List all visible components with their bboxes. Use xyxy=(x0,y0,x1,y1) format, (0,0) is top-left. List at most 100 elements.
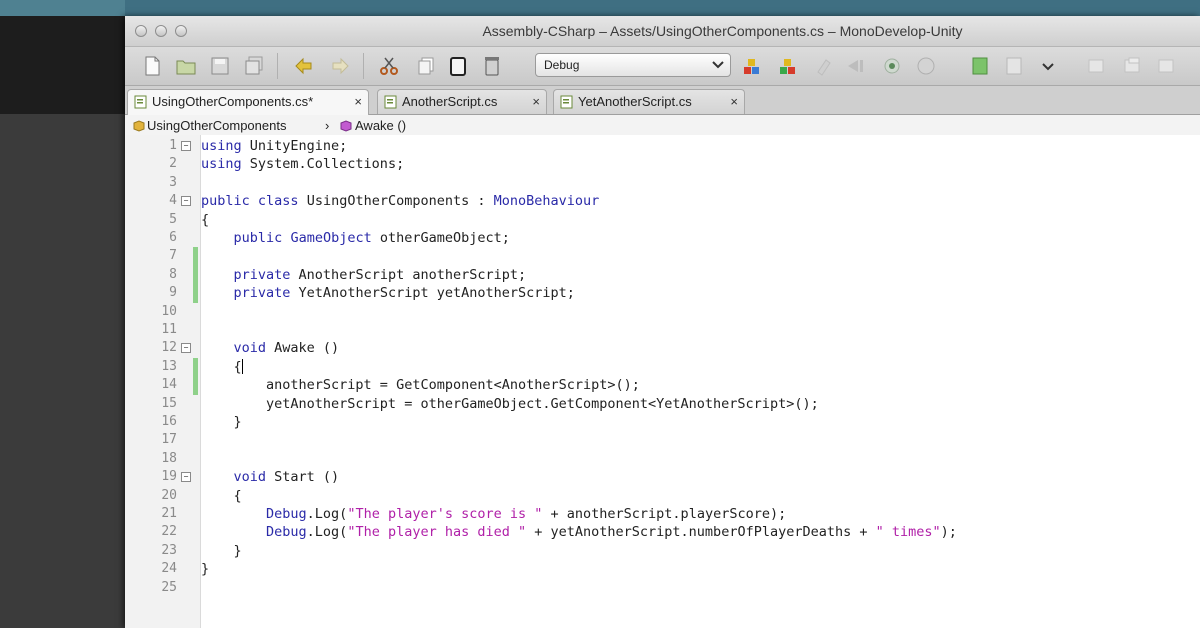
build-icon[interactable] xyxy=(741,55,763,77)
code-line[interactable]: 15 yetAnotherScript = otherGameObject.Ge… xyxy=(125,395,1200,413)
code-token: + anotherScript.playerScore); xyxy=(542,506,787,522)
change-marker xyxy=(193,265,198,285)
run-icon[interactable] xyxy=(777,55,799,77)
code-text: Debug.Log("The player's score is " + ano… xyxy=(201,505,786,523)
code-line[interactable]: 7 xyxy=(125,247,1200,266)
code-line[interactable]: 8 private AnotherScript anotherScript; xyxy=(125,265,1200,285)
tab-usingothercomponents[interactable]: UsingOtherComponents.cs* × xyxy=(127,89,369,115)
tab-anotherscript[interactable]: AnotherScript.cs × xyxy=(377,89,547,114)
code-line[interactable]: 18 xyxy=(125,450,1200,468)
layout-icon[interactable] xyxy=(1003,55,1025,77)
string-token: " times" xyxy=(875,524,941,541)
undo-icon[interactable] xyxy=(293,55,315,77)
code-line[interactable]: 5{ xyxy=(125,211,1200,229)
code-line[interactable]: 20 { xyxy=(125,487,1200,505)
keyword-token: using xyxy=(201,156,242,173)
background-app-area xyxy=(0,16,125,114)
background-app-panel xyxy=(0,114,125,628)
breadcrumb-class[interactable]: UsingOtherComponents xyxy=(147,115,286,137)
fold-toggle-icon[interactable]: − xyxy=(181,343,191,354)
close-tab-icon[interactable]: × xyxy=(730,90,738,114)
attach-icon[interactable] xyxy=(813,55,835,77)
line-number: 18 xyxy=(161,450,177,466)
breadcrumb-method[interactable]: Awake () xyxy=(355,115,406,137)
code-line[interactable]: 11 xyxy=(125,321,1200,339)
code-line[interactable]: 6 public GameObject otherGameObject; xyxy=(125,229,1200,247)
code-line[interactable]: 4− public class UsingOtherComponents : Mo… xyxy=(125,192,1200,210)
close-tab-icon[interactable]: × xyxy=(532,90,540,114)
code-editor[interactable]: 1− using UnityEngine; 2 using System.Collec… xyxy=(125,135,1200,628)
keyword-token: private xyxy=(233,285,291,302)
line-number: 2 xyxy=(169,156,177,172)
cut-icon[interactable] xyxy=(378,55,400,77)
paste-icon[interactable] xyxy=(447,55,469,77)
code-line[interactable]: 21 Debug.Log("The player's score is " + … xyxy=(125,505,1200,523)
code-token: UnityEngine; xyxy=(241,138,348,154)
code-line[interactable]: 17 xyxy=(125,431,1200,449)
code-token: Start () xyxy=(266,469,340,486)
code-line[interactable]: 16 } xyxy=(125,413,1200,431)
line-number: 25 xyxy=(161,579,177,595)
line-number: 20 xyxy=(161,487,177,503)
code-line[interactable]: 9 private YetAnotherScript yetAnotherScr… xyxy=(125,284,1200,303)
type-token: Debug xyxy=(266,524,307,541)
dropdown-icon[interactable] xyxy=(1037,55,1059,77)
fold-toggle-icon[interactable]: − xyxy=(181,141,191,151)
line-number: 13 xyxy=(161,358,177,374)
class-icon xyxy=(133,120,145,132)
code-line[interactable]: 23 } xyxy=(125,542,1200,560)
open-folder-icon[interactable] xyxy=(175,55,197,77)
window-icon-3[interactable] xyxy=(1155,55,1177,77)
code-token: .Log( xyxy=(306,506,348,522)
main-toolbar: Debug xyxy=(125,47,1200,86)
code-token: otherGameObject; xyxy=(371,230,510,246)
fold-toggle-icon[interactable]: − xyxy=(181,472,191,483)
breakpoint-icon[interactable] xyxy=(881,55,903,77)
window-icon-1[interactable] xyxy=(1085,55,1107,77)
change-marker xyxy=(193,247,198,266)
view-icon[interactable] xyxy=(969,55,991,77)
code-line[interactable]: 24} xyxy=(125,560,1200,578)
code-text: using UnityEngine; xyxy=(201,137,347,155)
keyword-token: void xyxy=(233,469,267,486)
document-tabs: UsingOtherComponents.cs* × AnotherScript… xyxy=(125,86,1200,115)
code-text: using System.Collections; xyxy=(201,155,404,173)
copy-icon[interactable] xyxy=(415,55,437,77)
line-number: 5 xyxy=(169,211,177,227)
code-line[interactable]: 14 anotherScript = GetComponent<AnotherS… xyxy=(125,376,1200,395)
code-line[interactable]: 10 xyxy=(125,303,1200,321)
fold-toggle-icon[interactable]: − xyxy=(181,196,191,207)
step-icon[interactable] xyxy=(845,55,867,77)
type-token: Debug xyxy=(266,506,307,522)
csharp-file-icon xyxy=(134,95,147,109)
new-file-icon[interactable] xyxy=(141,55,163,77)
line-number: 17 xyxy=(161,432,177,448)
code-line[interactable]: 25 xyxy=(125,579,1200,597)
code-line[interactable]: 3 xyxy=(125,174,1200,192)
configuration-select[interactable]: Debug xyxy=(535,53,731,77)
redo-icon[interactable] xyxy=(329,55,351,77)
code-line[interactable]: 22 Debug.Log("The player has died " + ye… xyxy=(125,523,1200,541)
tab-yetanotherscript[interactable]: YetAnotherScript.cs × xyxy=(553,89,745,114)
save-icon[interactable] xyxy=(209,55,231,77)
delete-icon[interactable] xyxy=(481,55,503,77)
close-tab-icon[interactable]: × xyxy=(354,90,362,114)
line-number: 6 xyxy=(169,230,177,245)
code-line[interactable]: 1− using UnityEngine; xyxy=(125,137,1200,155)
code-line[interactable]: 12− void Awake () xyxy=(125,339,1200,357)
code-line[interactable]: 13 { xyxy=(125,357,1200,377)
line-number: 1 xyxy=(169,138,177,153)
code-line[interactable]: 2 using System.Collections; xyxy=(125,155,1200,173)
stop-icon[interactable] xyxy=(915,55,937,77)
code-token: Awake () xyxy=(266,340,340,357)
line-number: 9 xyxy=(169,285,177,301)
code-line[interactable]: 19− void Start () xyxy=(125,468,1200,486)
code-text: void Start () xyxy=(201,468,340,486)
window-icon-2[interactable] xyxy=(1121,55,1143,77)
code-token: + yetAnotherScript.numberOfPlayerDeaths … xyxy=(526,524,876,541)
line-number: 16 xyxy=(161,414,177,429)
line-number: 3 xyxy=(169,174,177,190)
save-all-icon[interactable] xyxy=(243,55,265,77)
code-token: ); xyxy=(940,524,957,541)
